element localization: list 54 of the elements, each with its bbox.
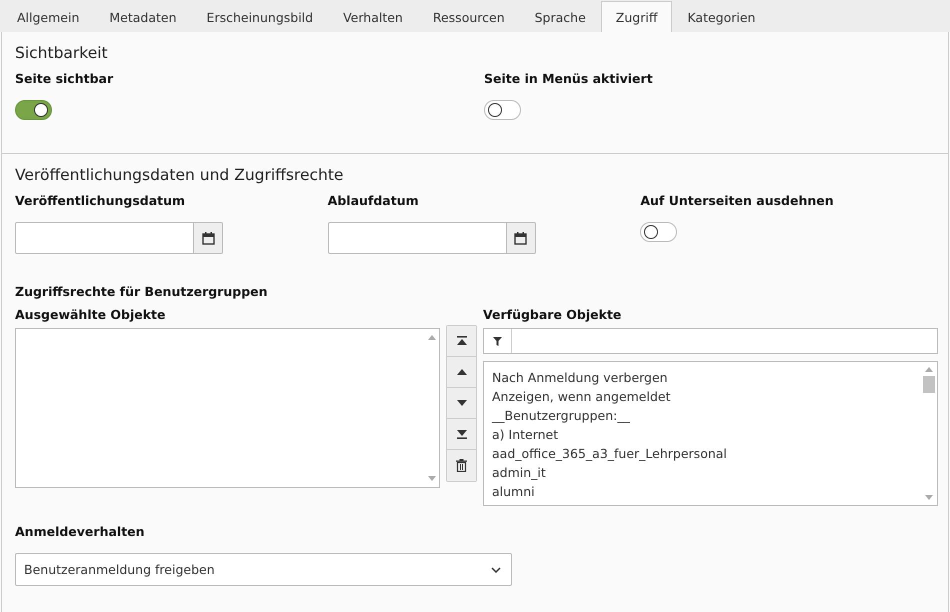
scroll-down-icon <box>925 495 933 500</box>
tab[interactable]: Allgemein <box>2 1 94 32</box>
tab[interactable]: Metadaten <box>94 1 192 32</box>
list-label: Ausgewählte Objekte <box>15 307 167 322</box>
tab[interactable]: Kategorien <box>672 1 770 32</box>
field-label: Seite sichtbar <box>15 71 114 86</box>
list-item[interactable]: aad_office_365_a3_fuer_Lehrpersonal <box>492 444 913 463</box>
list-item[interactable]: Nach Anmeldung verbergen <box>492 368 913 387</box>
remove-button[interactable] <box>447 450 476 481</box>
tab[interactable]: Erscheinungsbild <box>192 1 328 32</box>
filter-icon <box>493 336 502 346</box>
calendar-icon <box>202 232 214 244</box>
list-item[interactable]: alumni <box>492 482 913 501</box>
chevron-down-icon <box>491 566 501 572</box>
date-input[interactable] <box>328 222 507 254</box>
field-label: Anmeldeverhalten <box>15 524 146 539</box>
toggle-switch[interactable] <box>640 222 678 242</box>
toggle-switch[interactable] <box>484 100 521 120</box>
group-title: Zugriffsrechte für Benutzergruppen <box>15 284 269 299</box>
filter-field[interactable] <box>483 328 938 354</box>
scroll-up-icon <box>925 367 933 372</box>
toggle-switch[interactable] <box>15 100 52 120</box>
field-label: Ablaufdatum <box>328 193 420 208</box>
field-label: Seite in Menüs aktiviert <box>484 71 654 86</box>
calendar-button[interactable] <box>194 222 223 254</box>
tab[interactable]: Ressourcen <box>418 1 520 32</box>
move-to-top-button[interactable] <box>447 326 476 357</box>
section-title: Veröffentlichungsdaten und Zugriffsrechte <box>15 166 344 184</box>
move-down-button[interactable] <box>447 388 476 419</box>
list-item[interactable]: admin_it <box>492 463 913 482</box>
list-item[interactable]: __Benutzergruppen:__ <box>492 406 913 425</box>
calendar-icon <box>514 232 528 244</box>
tab[interactable]: Verhalten <box>328 1 418 32</box>
field-label: Auf Unterseiten ausdehnen <box>640 193 835 208</box>
list-item[interactable]: Anzeigen, wenn angemeldet <box>492 387 913 406</box>
move-to-bottom-button[interactable] <box>447 419 476 450</box>
tab[interactable]: Sprache <box>520 1 601 32</box>
move-to-top-icon <box>456 336 466 346</box>
move-up-button[interactable] <box>447 357 476 388</box>
calendar-button[interactable] <box>506 222 536 254</box>
move-to-bottom-icon <box>456 429 466 439</box>
scroll-up-icon <box>428 335 436 340</box>
tab[interactable]: Zugriff <box>600 1 672 32</box>
list-item[interactable]: a) Internet <box>492 425 913 444</box>
list-label: Verfügbare Objekte <box>483 307 622 322</box>
move-up-icon <box>456 369 466 375</box>
login-select[interactable]: Benutzeranmeldung freigeben <box>15 553 512 586</box>
section-title: Sichtbarkeit <box>15 44 109 62</box>
field-label: Veröffentlichungsdatum <box>15 193 186 208</box>
scroll-down-icon <box>428 476 436 481</box>
move-down-icon <box>456 400 466 406</box>
trash-icon <box>456 459 467 472</box>
date-input[interactable] <box>15 222 194 254</box>
scrollbar-thumb[interactable] <box>923 376 935 393</box>
